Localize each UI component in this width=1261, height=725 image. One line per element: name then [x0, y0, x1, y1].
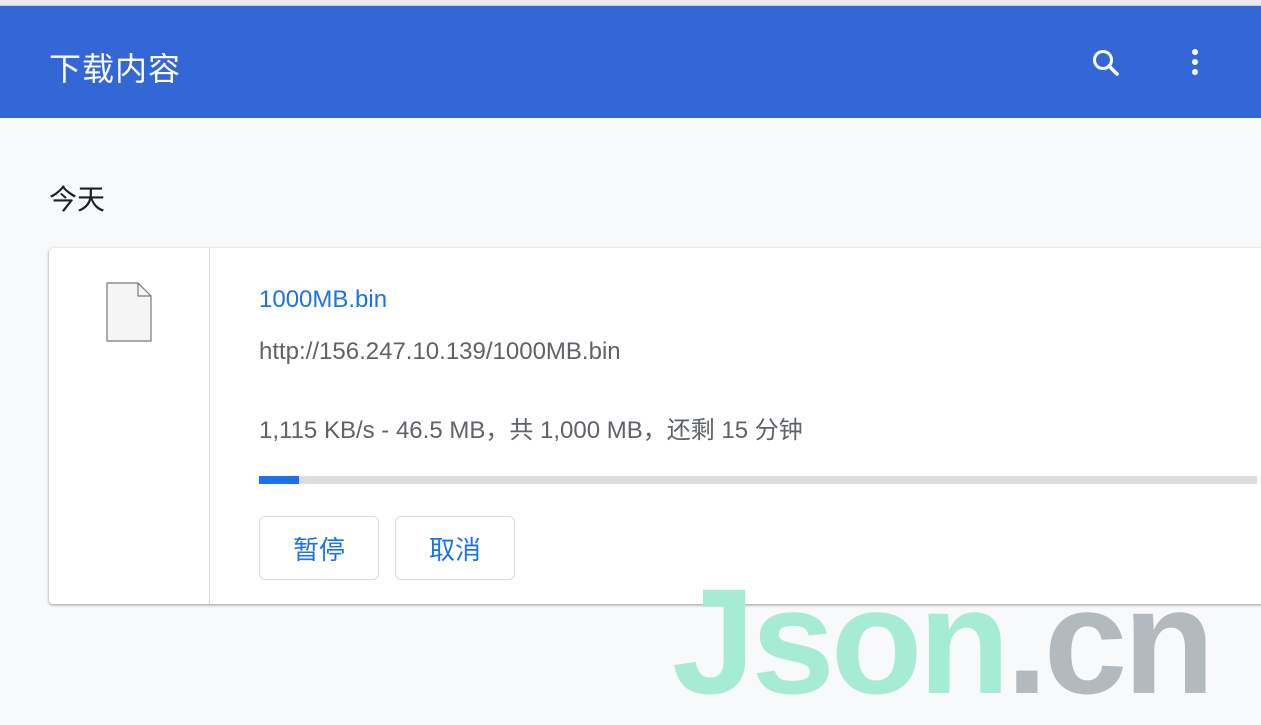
search-icon	[1093, 50, 1119, 76]
file-url: http://156.247.10.139/1000MB.bin	[259, 338, 621, 365]
download-item-card: 1000MB.bin http://156.247.10.139/1000MB.…	[49, 248, 1261, 604]
progress-bar-fill	[259, 476, 299, 484]
date-section-title: 今天	[49, 184, 106, 215]
progress-bar	[259, 476, 1257, 484]
page-title: 下载内容	[49, 51, 182, 87]
watermark-part1: Json	[672, 557, 1010, 725]
toolbar: 下载内容	[0, 6, 1261, 118]
watermark: Json.cn	[672, 566, 1215, 716]
file-icon	[106, 282, 152, 342]
more-vert-icon	[1192, 49, 1198, 75]
file-name-link[interactable]: 1000MB.bin	[259, 286, 387, 314]
search-button[interactable]	[1084, 42, 1128, 86]
file-icon-column	[49, 248, 210, 604]
more-menu-button[interactable]	[1173, 42, 1217, 86]
watermark-part2: .cn	[1006, 557, 1215, 725]
download-status: 1,115 KB/s - 46.5 MB，共 1,000 MB，还剩 15 分钟	[259, 417, 803, 444]
cancel-button[interactable]: 取消	[395, 516, 515, 580]
pause-button[interactable]: 暂停	[259, 516, 379, 580]
